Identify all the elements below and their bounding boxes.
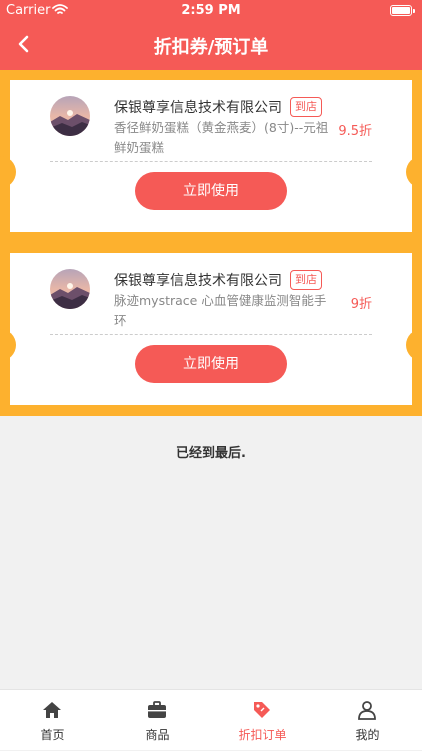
store-badge: 到店 [290, 270, 322, 290]
coupon-card: 保银尊享信息技术有限公司 到店 脉迹mystrace 心血管健康监测智能手环 9… [0, 253, 422, 405]
coupon-card: 保银尊享信息技术有限公司 到店 香径鲜奶蛋糕（黄金燕麦）(8寸)--元祖鲜奶蛋糕… [0, 80, 422, 232]
tab-discount-orders[interactable]: 折扣订单 [210, 690, 315, 751]
tag-icon [254, 702, 270, 718]
user-icon [358, 701, 376, 720]
status-time: 2:59 PM [181, 3, 241, 18]
use-now-button[interactable]: 立即使用 [135, 172, 287, 210]
tab-bar: 首页 商品 折扣订单 我的 [0, 689, 422, 750]
briefcase-icon [148, 701, 166, 718]
product-name: 脉迹mystrace 心血管健康监测智能手环 [114, 293, 327, 328]
tab-home[interactable]: 首页 [0, 690, 105, 751]
dashed-divider [50, 161, 372, 162]
shop-name: 保银尊享信息技术有限公司 [114, 100, 282, 116]
tab-label: 首页 [40, 728, 65, 742]
tab-products[interactable]: 商品 [105, 690, 210, 751]
coupon-notch [0, 329, 16, 361]
header-bar: Carrier 2:59 PM 折扣券/预订单 [0, 0, 422, 70]
discount-value: 9.5折 [338, 124, 372, 139]
page-title: 折扣券/预订单 [153, 37, 269, 58]
battery-icon [390, 5, 415, 16]
coupon-notch [406, 156, 422, 188]
tab-label: 我的 [355, 728, 380, 742]
discount-value: 9折 [350, 297, 372, 312]
end-of-list-text: 已经到最后. [176, 446, 246, 461]
shop-avatar [50, 96, 90, 136]
status-bar: Carrier 2:59 PM [0, 0, 422, 22]
dashed-divider [50, 334, 372, 335]
tab-mine[interactable]: 我的 [315, 690, 420, 751]
product-name: 香径鲜奶蛋糕（黄金燕麦）(8寸)--元祖鲜奶蛋糕 [114, 120, 329, 155]
coupon-notch [0, 156, 16, 188]
coupon-list: 保银尊享信息技术有限公司 到店 香径鲜奶蛋糕（黄金燕麦）(8寸)--元祖鲜奶蛋糕… [0, 70, 422, 416]
tab-label: 折扣订单 [238, 728, 287, 742]
home-icon [43, 702, 61, 718]
tab-label: 商品 [145, 728, 170, 742]
store-badge: 到店 [290, 97, 322, 117]
coupon-notch [406, 329, 422, 361]
shop-name: 保银尊享信息技术有限公司 [114, 273, 282, 289]
shop-avatar [50, 269, 90, 309]
use-now-button[interactable]: 立即使用 [135, 345, 287, 383]
